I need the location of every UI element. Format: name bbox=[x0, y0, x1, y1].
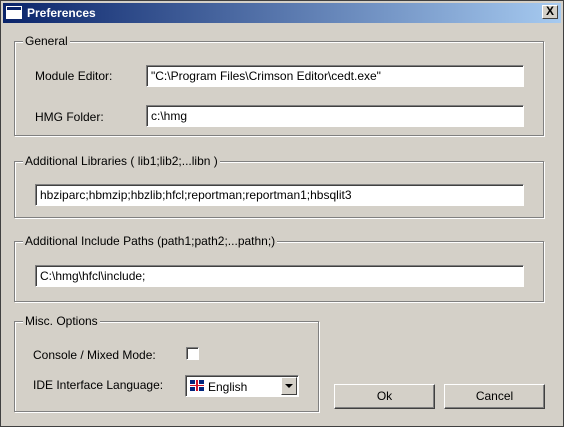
window-icon bbox=[6, 6, 22, 19]
language-label: IDE Interface Language: bbox=[33, 378, 164, 392]
hmg-folder-field[interactable]: c:\hmg bbox=[146, 105, 524, 127]
console-mode-checkbox[interactable] bbox=[186, 347, 199, 360]
include-paths-field[interactable]: C:\hmg\hfcl\include; bbox=[35, 265, 524, 287]
uk-flag-icon bbox=[190, 380, 204, 391]
general-group: General Module Editor: "C:\Program Files… bbox=[14, 34, 544, 136]
cancel-button[interactable]: Cancel bbox=[444, 384, 545, 409]
language-select[interactable]: English bbox=[185, 375, 299, 397]
include-paths-legend: Additional Include Paths (path1;path2;..… bbox=[23, 234, 278, 248]
include-paths-group: Additional Include Paths (path1;path2;..… bbox=[14, 234, 544, 302]
window-title: Preferences bbox=[27, 6, 96, 20]
libraries-field[interactable]: hbziparc;hbmzip;hbzlib;hfcl;reportman;re… bbox=[35, 184, 524, 206]
chevron-down-icon[interactable] bbox=[281, 377, 297, 395]
language-value: English bbox=[208, 380, 248, 394]
module-editor-field[interactable]: "C:\Program Files\Crimson Editor\cedt.ex… bbox=[146, 65, 524, 87]
console-mode-label: Console / Mixed Mode: bbox=[33, 348, 156, 362]
general-legend: General bbox=[23, 34, 70, 48]
ok-button[interactable]: Ok bbox=[334, 384, 435, 409]
close-button[interactable]: X bbox=[542, 5, 558, 19]
hmg-folder-label: HMG Folder: bbox=[35, 110, 104, 124]
misc-options-group: Misc. Options Console / Mixed Mode: IDE … bbox=[14, 314, 319, 412]
preferences-window: Preferences X General Module Editor: "C:… bbox=[0, 0, 564, 427]
libraries-legend: Additional Libraries ( lib1;lib2;...libn… bbox=[23, 154, 220, 168]
title-bar[interactable]: Preferences X bbox=[3, 3, 561, 23]
libraries-group: Additional Libraries ( lib1;lib2;...libn… bbox=[14, 154, 544, 218]
module-editor-label: Module Editor: bbox=[35, 69, 113, 83]
misc-options-legend: Misc. Options bbox=[23, 314, 100, 328]
